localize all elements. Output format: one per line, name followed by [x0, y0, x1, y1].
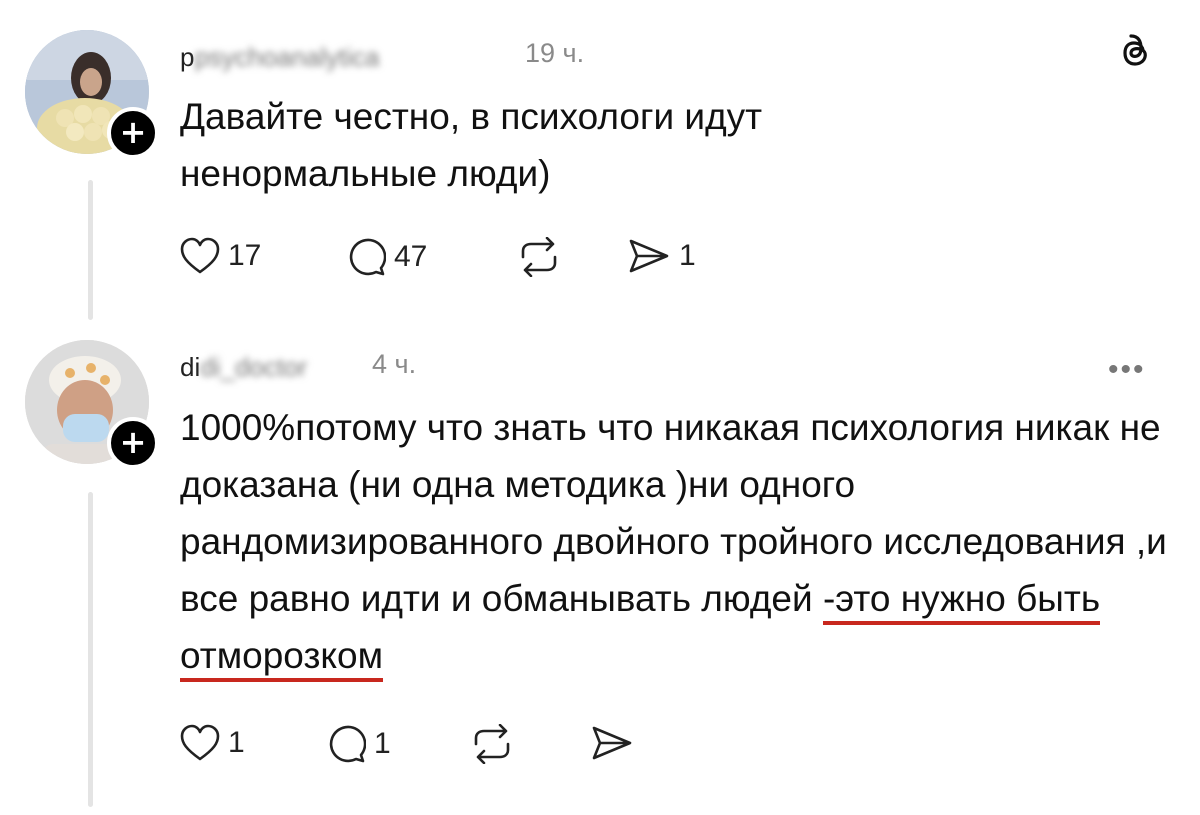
post-time: 4 ч.: [372, 349, 417, 379]
share-button[interactable]: [590, 724, 634, 762]
thread-line: [88, 492, 93, 807]
comment-bubble-icon: [329, 725, 366, 763]
more-options-icon[interactable]: •••: [1108, 353, 1146, 387]
comment-count: 1: [374, 727, 391, 760]
repost-icon: [474, 724, 510, 764]
repost-button[interactable]: [468, 724, 516, 764]
username[interactable]: didi_doctor: [180, 352, 307, 383]
comment-button[interactable]: 1: [326, 724, 391, 764]
username-blurred: di_doctor: [200, 352, 308, 382]
post-2: + didi_doctor 4 ч. ••• 1000%потому что з…: [0, 0, 1200, 815]
reply-text: 1000%потому что знать что никакая психол…: [180, 399, 1180, 684]
like-count: 1: [228, 726, 245, 759]
follow-plus-icon[interactable]: +: [107, 417, 159, 469]
send-icon: [592, 726, 632, 760]
like-button[interactable]: 1: [180, 724, 245, 762]
heart-icon: [180, 724, 220, 761]
